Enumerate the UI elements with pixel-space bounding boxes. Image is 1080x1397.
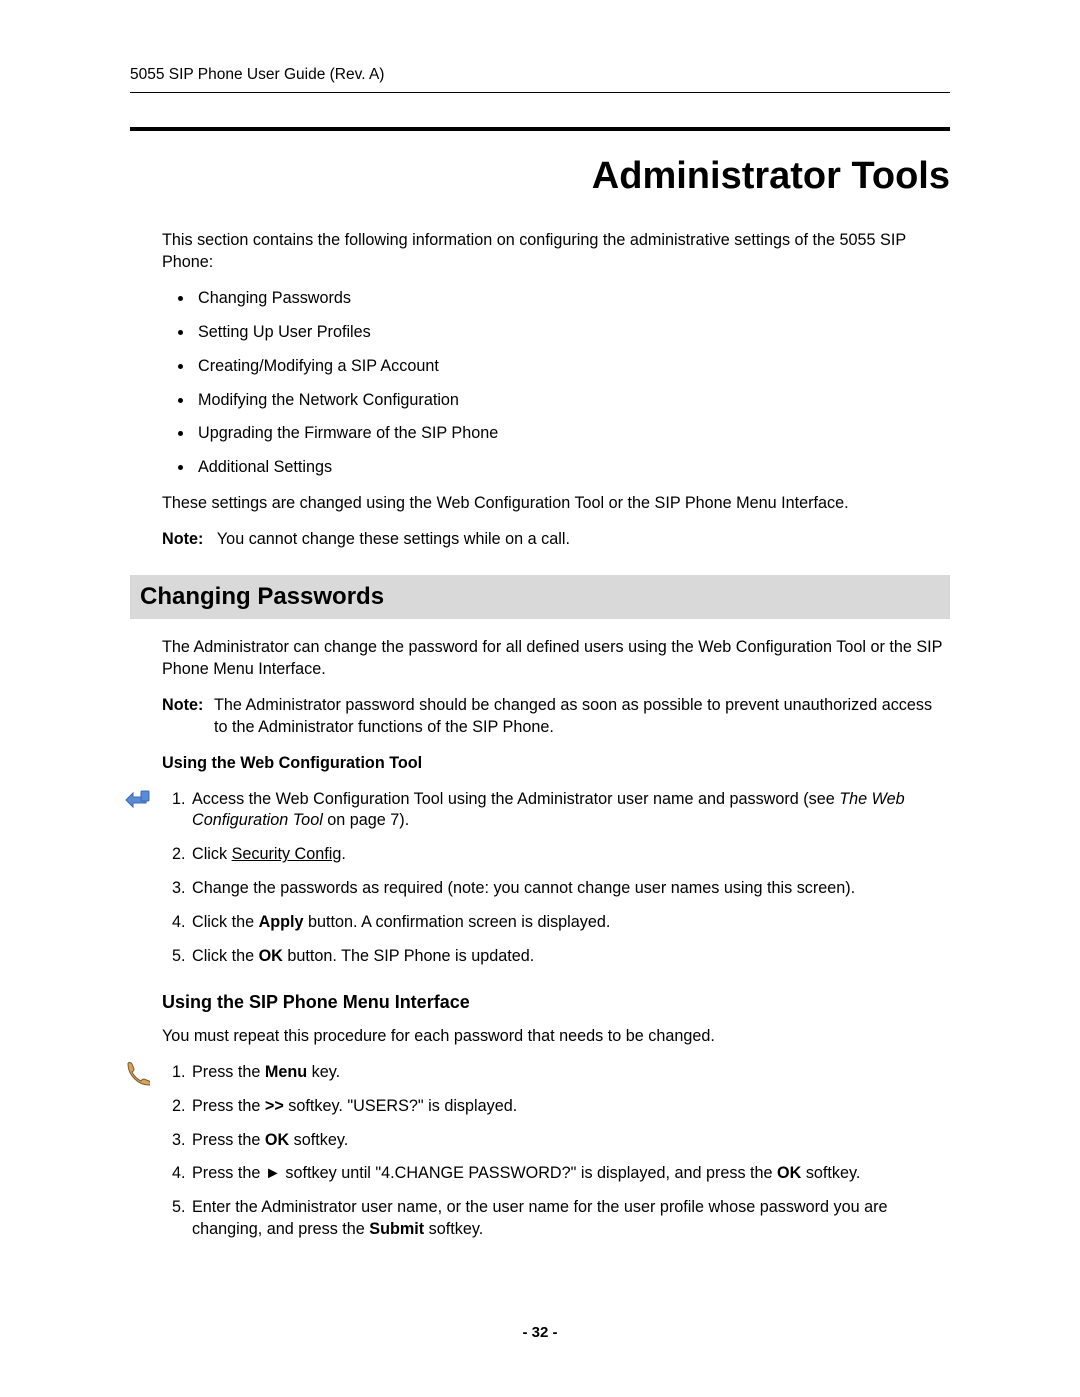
page: 5055 SIP Phone User Guide (Rev. A) Admin… xyxy=(0,0,1080,1397)
step-text: softkey until "4.CHANGE PASSWORD?" is di… xyxy=(281,1164,777,1182)
phone-steps-list: Press the Menu key. Press the >> softkey… xyxy=(162,1062,950,1241)
step-text: Access the Web Configuration Tool using … xyxy=(192,790,839,808)
step-item: Press the Menu key. xyxy=(190,1062,950,1084)
step-text: key. xyxy=(307,1063,340,1081)
step-key-name: OK xyxy=(777,1164,801,1182)
step-text: Enter the Administrator user name, or th… xyxy=(192,1198,888,1238)
step-key-name: >> xyxy=(265,1097,284,1115)
step-item: Enter the Administrator user name, or th… xyxy=(190,1197,950,1241)
list-item: Additional Settings xyxy=(194,457,950,479)
step-text: Click xyxy=(192,845,232,863)
intro-note: Note: You cannot change these settings w… xyxy=(162,529,950,551)
chapter-rule xyxy=(130,127,950,131)
note-label: Note: xyxy=(162,695,214,739)
list-item: Creating/Modifying a SIP Account xyxy=(194,356,950,378)
list-item: Upgrading the Firmware of the SIP Phone xyxy=(194,423,950,445)
step-text: Press the xyxy=(192,1063,265,1081)
note-text: You cannot change these settings while o… xyxy=(217,530,570,548)
section-heading: Changing Passwords xyxy=(130,575,950,619)
step-button-name: OK xyxy=(259,947,283,965)
step-item: Press the ► softkey until "4.CHANGE PASS… xyxy=(190,1163,950,1185)
step-text: softkey. xyxy=(801,1164,860,1182)
section-paragraph: The Administrator can change the passwor… xyxy=(162,637,950,681)
step-key-name: OK xyxy=(265,1131,289,1149)
section-note: Note: The Administrator password should … xyxy=(162,695,950,739)
intro-block: This section contains the following info… xyxy=(162,230,950,551)
list-item: Modifying the Network Configuration xyxy=(194,390,950,412)
web-tool-icon xyxy=(124,787,150,813)
procedure-heading-phone: Using the SIP Phone Menu Interface xyxy=(162,990,950,1014)
running-header: 5055 SIP Phone User Guide (Rev. A) xyxy=(130,65,950,93)
procedure-intro: You must repeat this procedure for each … xyxy=(162,1026,950,1048)
step-text: softkey. "USERS?" is displayed. xyxy=(284,1097,517,1115)
step-item: Click the OK button. The SIP Phone is up… xyxy=(190,946,950,968)
step-text: softkey. xyxy=(289,1131,348,1149)
step-symbol: ► xyxy=(265,1164,281,1182)
intro-paragraph: This section contains the following info… xyxy=(162,230,950,274)
step-item: Press the >> softkey. "USERS?" is displa… xyxy=(190,1096,950,1118)
intro-paragraph-2: These settings are changed using the Web… xyxy=(162,493,950,515)
step-link: Security Config xyxy=(232,845,342,863)
step-key-name: Submit xyxy=(369,1220,424,1238)
note-label: Note: xyxy=(162,530,203,548)
step-text: Press the xyxy=(192,1164,265,1182)
topic-list: Changing Passwords Setting Up User Profi… xyxy=(162,288,950,479)
section-body: The Administrator can change the passwor… xyxy=(162,637,950,1241)
step-button-name: Apply xyxy=(259,913,304,931)
procedure-phone: Press the Menu key. Press the >> softkey… xyxy=(162,1062,950,1241)
note-text: The Administrator password should be cha… xyxy=(214,695,950,739)
chapter-title: Administrator Tools xyxy=(130,151,950,202)
step-item: Click the Apply button. A confirmation s… xyxy=(190,912,950,934)
step-item: Access the Web Configuration Tool using … xyxy=(190,789,950,833)
step-text: Press the xyxy=(192,1097,265,1115)
page-number: - 32 - xyxy=(0,1323,1080,1343)
step-item: Click Security Config. xyxy=(190,844,950,866)
step-text: Click the xyxy=(192,913,259,931)
procedure-web: Access the Web Configuration Tool using … xyxy=(162,789,950,968)
list-item: Changing Passwords xyxy=(194,288,950,310)
note-text xyxy=(208,530,217,548)
step-text: Click the xyxy=(192,947,259,965)
web-steps-list: Access the Web Configuration Tool using … xyxy=(162,789,950,968)
step-item: Change the passwords as required (note: … xyxy=(190,878,950,900)
step-text: softkey. xyxy=(424,1220,483,1238)
list-item: Setting Up User Profiles xyxy=(194,322,950,344)
step-item: Press the OK softkey. xyxy=(190,1130,950,1152)
step-key-name: Menu xyxy=(265,1063,307,1081)
phone-menu-icon xyxy=(124,1060,150,1086)
step-text: button. A confirmation screen is display… xyxy=(304,913,611,931)
step-text: . xyxy=(341,845,346,863)
procedure-heading-web: Using the Web Configuration Tool xyxy=(162,753,950,775)
step-text: Press the xyxy=(192,1131,265,1149)
step-text: on page 7). xyxy=(323,811,409,829)
step-text: button. The SIP Phone is updated. xyxy=(283,947,534,965)
